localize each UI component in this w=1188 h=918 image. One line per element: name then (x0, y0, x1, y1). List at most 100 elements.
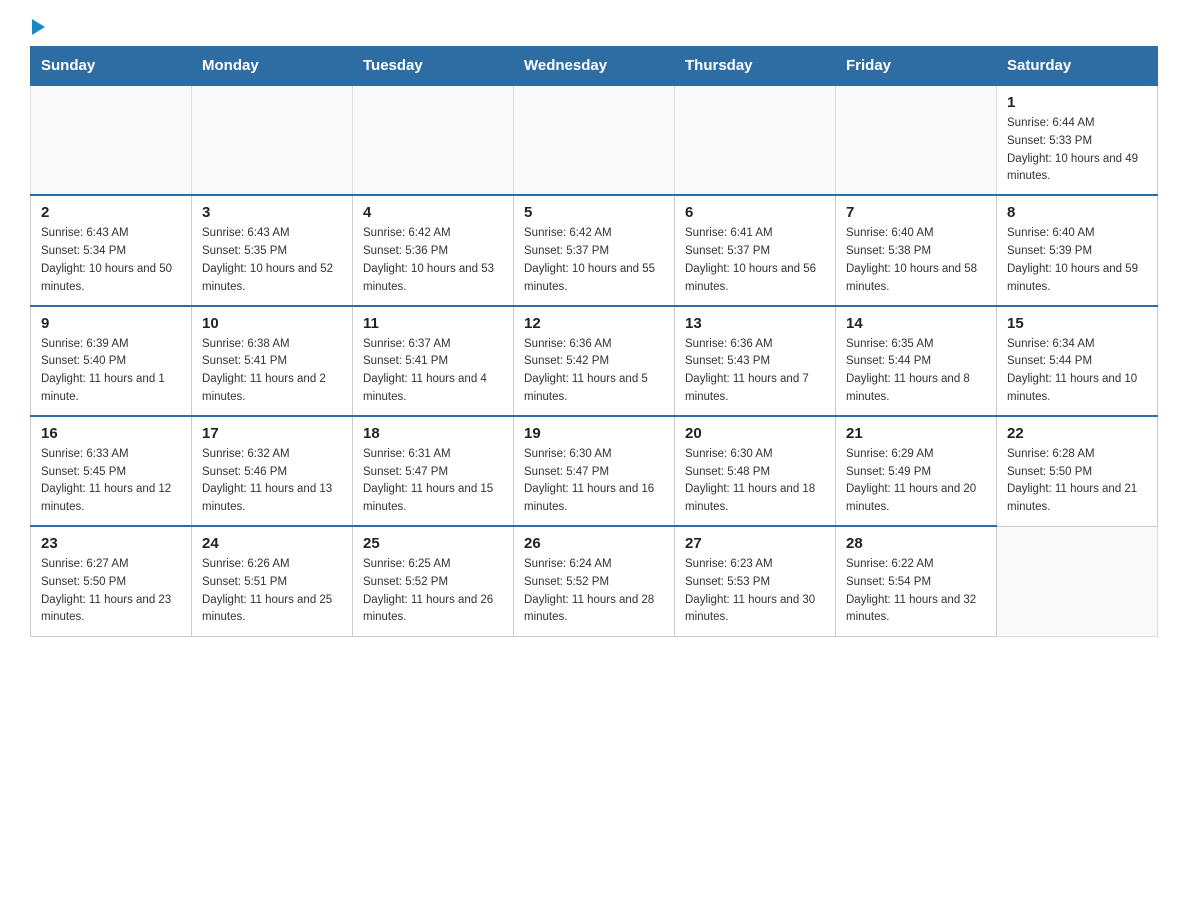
day-info: Sunrise: 6:23 AM Sunset: 5:53 PM Dayligh… (685, 556, 825, 627)
day-number: 2 (41, 204, 181, 221)
day-number: 24 (202, 535, 342, 552)
calendar-day-cell: 4 Sunrise: 6:42 AM Sunset: 5:36 PM Daylig… (353, 195, 514, 305)
day-info: Sunrise: 6:42 AM Sunset: 5:36 PM Dayligh… (363, 225, 503, 296)
day-info: Sunrise: 6:40 AM Sunset: 5:38 PM Dayligh… (846, 225, 986, 296)
days-of-week-row: SundayMondayTuesdayWednesdayThursdayFrid… (31, 47, 1158, 86)
day-info: Sunrise: 6:24 AM Sunset: 5:52 PM Dayligh… (524, 556, 664, 627)
page-header (30, 20, 1158, 36)
day-number: 1 (1007, 94, 1147, 111)
day-info: Sunrise: 6:36 AM Sunset: 5:43 PM Dayligh… (685, 336, 825, 407)
day-info: Sunrise: 6:28 AM Sunset: 5:50 PM Dayligh… (1007, 446, 1147, 517)
calendar-day-cell (514, 85, 675, 195)
day-number: 26 (524, 535, 664, 552)
day-info: Sunrise: 6:41 AM Sunset: 5:37 PM Dayligh… (685, 225, 825, 296)
day-number: 23 (41, 535, 181, 552)
day-info: Sunrise: 6:29 AM Sunset: 5:49 PM Dayligh… (846, 446, 986, 517)
day-of-week-header: Saturday (997, 47, 1158, 86)
day-number: 4 (363, 204, 503, 221)
calendar-day-cell: 9 Sunrise: 6:39 AM Sunset: 5:40 PM Daylig… (31, 306, 192, 416)
calendar-day-cell: 25Sunrise: 6:25 AM Sunset: 5:52 PM Dayli… (353, 526, 514, 636)
calendar-header: SundayMondayTuesdayWednesdayThursdayFrid… (31, 47, 1158, 86)
calendar-day-cell: 26 Sunrise: 6:24 AM Sunset: 5:52 PM Dayli… (514, 526, 675, 636)
day-number: 12 (524, 315, 664, 332)
day-info: Sunrise: 6:35 AM Sunset: 5:44 PM Dayligh… (846, 336, 986, 407)
calendar-day-cell: 21 Sunrise: 6:29 AM Sunset: 5:49 PM Dayli… (836, 416, 997, 526)
day-info: Sunrise: 6:43 AM Sunset: 5:34 PM Dayligh… (41, 225, 181, 296)
calendar-day-cell (353, 85, 514, 195)
day-info: Sunrise: 6:37 AM Sunset: 5:41 PM Dayligh… (363, 336, 503, 407)
day-number: 16 (41, 425, 181, 442)
logo-triangle-icon (32, 19, 45, 35)
day-number: 8 (1007, 204, 1147, 221)
day-number: 14 (846, 315, 986, 332)
day-of-week-header: Tuesday (353, 47, 514, 86)
day-info: Sunrise: 6:32 AM Sunset: 5:46 PM Dayligh… (202, 446, 342, 517)
day-number: 27 (685, 535, 825, 552)
day-info: Sunrise: 6:25 AM Sunset: 5:52 PM Dayligh… (363, 556, 503, 627)
day-number: 15 (1007, 315, 1147, 332)
calendar-day-cell: 3 Sunrise: 6:43 AM Sunset: 5:35 PM Daylig… (192, 195, 353, 305)
day-number: 28 (846, 535, 986, 552)
calendar-day-cell (836, 85, 997, 195)
calendar-day-cell: 8Sunrise: 6:40 AM Sunset: 5:39 PM Daylig… (997, 195, 1158, 305)
calendar-day-cell: 2 Sunrise: 6:43 AM Sunset: 5:34 PM Daylig… (31, 195, 192, 305)
day-of-week-header: Monday (192, 47, 353, 86)
day-info: Sunrise: 6:31 AM Sunset: 5:47 PM Dayligh… (363, 446, 503, 517)
calendar-day-cell: 27 Sunrise: 6:23 AM Sunset: 5:53 PM Dayli… (675, 526, 836, 636)
calendar-day-cell: 17 Sunrise: 6:32 AM Sunset: 5:46 PM Dayli… (192, 416, 353, 526)
calendar-day-cell: 28 Sunrise: 6:22 AM Sunset: 5:54 PM Dayli… (836, 526, 997, 636)
day-number: 17 (202, 425, 342, 442)
logo (30, 20, 45, 36)
calendar-day-cell: 23Sunrise: 6:27 AM Sunset: 5:50 PM Dayli… (31, 526, 192, 636)
day-info: Sunrise: 6:42 AM Sunset: 5:37 PM Dayligh… (524, 225, 664, 296)
calendar-day-cell (31, 85, 192, 195)
calendar-day-cell (675, 85, 836, 195)
calendar-day-cell: 11 Sunrise: 6:37 AM Sunset: 5:41 PM Dayli… (353, 306, 514, 416)
calendar-day-cell: 10 Sunrise: 6:38 AM Sunset: 5:41 PM Dayli… (192, 306, 353, 416)
calendar-day-cell: 20Sunrise: 6:30 AM Sunset: 5:48 PM Dayli… (675, 416, 836, 526)
day-of-week-header: Thursday (675, 47, 836, 86)
calendar-day-cell: 19 Sunrise: 6:30 AM Sunset: 5:47 PM Dayli… (514, 416, 675, 526)
day-number: 11 (363, 315, 503, 332)
day-number: 13 (685, 315, 825, 332)
day-number: 10 (202, 315, 342, 332)
calendar-day-cell (192, 85, 353, 195)
calendar-day-cell: 12 Sunrise: 6:36 AM Sunset: 5:42 PM Dayli… (514, 306, 675, 416)
day-number: 3 (202, 204, 342, 221)
calendar-day-cell: 5 Sunrise: 6:42 AM Sunset: 5:37 PM Daylig… (514, 195, 675, 305)
day-number: 19 (524, 425, 664, 442)
day-of-week-header: Sunday (31, 47, 192, 86)
calendar-week-row: 1Sunrise: 6:44 AM Sunset: 5:33 PM Daylig… (31, 85, 1158, 195)
day-number: 22 (1007, 425, 1147, 442)
calendar-day-cell: 1Sunrise: 6:44 AM Sunset: 5:33 PM Daylig… (997, 85, 1158, 195)
day-info: Sunrise: 6:36 AM Sunset: 5:42 PM Dayligh… (524, 336, 664, 407)
day-number: 20 (685, 425, 825, 442)
day-info: Sunrise: 6:43 AM Sunset: 5:35 PM Dayligh… (202, 225, 342, 296)
day-info: Sunrise: 6:30 AM Sunset: 5:47 PM Dayligh… (524, 446, 664, 517)
day-of-week-header: Friday (836, 47, 997, 86)
day-of-week-header: Wednesday (514, 47, 675, 86)
day-info: Sunrise: 6:26 AM Sunset: 5:51 PM Dayligh… (202, 556, 342, 627)
calendar-day-cell: 15 Sunrise: 6:34 AM Sunset: 5:44 PM Dayli… (997, 306, 1158, 416)
calendar-day-cell: 14 Sunrise: 6:35 AM Sunset: 5:44 PM Dayli… (836, 306, 997, 416)
calendar-table: SundayMondayTuesdayWednesdayThursdayFrid… (30, 46, 1158, 637)
calendar-day-cell: 16 Sunrise: 6:33 AM Sunset: 5:45 PM Dayli… (31, 416, 192, 526)
day-number: 9 (41, 315, 181, 332)
day-info: Sunrise: 6:39 AM Sunset: 5:40 PM Dayligh… (41, 336, 181, 407)
day-info: Sunrise: 6:22 AM Sunset: 5:54 PM Dayligh… (846, 556, 986, 627)
calendar-day-cell (997, 526, 1158, 636)
day-number: 18 (363, 425, 503, 442)
calendar-day-cell: 22 Sunrise: 6:28 AM Sunset: 5:50 PM Dayli… (997, 416, 1158, 526)
day-info: Sunrise: 6:33 AM Sunset: 5:45 PM Dayligh… (41, 446, 181, 517)
day-number: 6 (685, 204, 825, 221)
day-info: Sunrise: 6:38 AM Sunset: 5:41 PM Dayligh… (202, 336, 342, 407)
calendar-day-cell: 24 Sunrise: 6:26 AM Sunset: 5:51 PM Dayli… (192, 526, 353, 636)
calendar-week-row: 23Sunrise: 6:27 AM Sunset: 5:50 PM Dayli… (31, 526, 1158, 636)
day-info: Sunrise: 6:34 AM Sunset: 5:44 PM Dayligh… (1007, 336, 1147, 407)
calendar-day-cell: 18 Sunrise: 6:31 AM Sunset: 5:47 PM Dayli… (353, 416, 514, 526)
calendar-body: 1Sunrise: 6:44 AM Sunset: 5:33 PM Daylig… (31, 85, 1158, 636)
day-number: 5 (524, 204, 664, 221)
calendar-week-row: 16 Sunrise: 6:33 AM Sunset: 5:45 PM Dayli… (31, 416, 1158, 526)
day-number: 21 (846, 425, 986, 442)
calendar-week-row: 9 Sunrise: 6:39 AM Sunset: 5:40 PM Daylig… (31, 306, 1158, 416)
